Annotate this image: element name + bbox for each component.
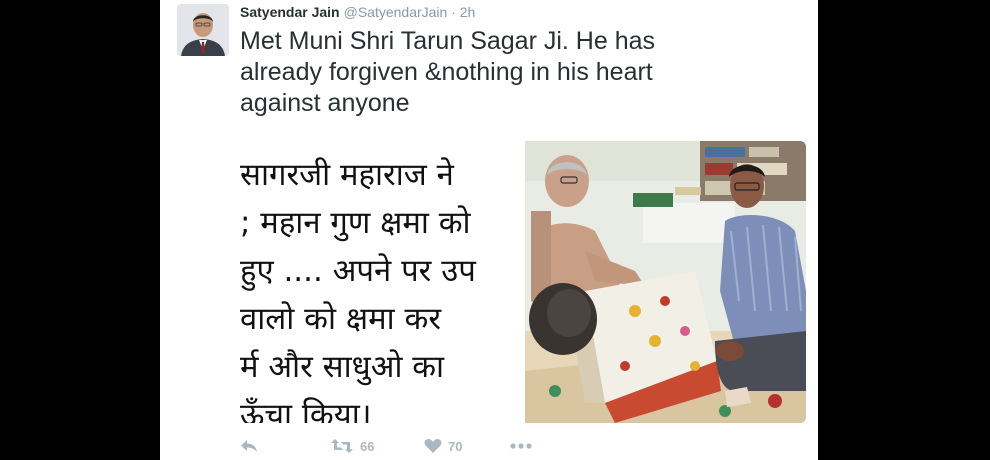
author-handle[interactable]: @SatyendarJain	[344, 4, 448, 20]
hindi-text-line: र्म और साधुओ का	[240, 349, 445, 385]
tweet-card: Satyendar Jain @SatyendarJain · 2h Met Mu…	[160, 0, 818, 460]
hindi-text-line: सागरजी महाराज ने	[240, 157, 454, 193]
tweet-text: Met Muni Shri Tarun Sagar Ji. He has alr…	[240, 26, 800, 119]
hindi-text-line: हुए .... अपने पर उप	[240, 253, 476, 289]
like-count: 70	[448, 438, 463, 454]
hindi-text-line: ; महान गुण क्षमा को	[240, 205, 471, 241]
author-name[interactable]: Satyendar Jain	[240, 4, 340, 20]
hindi-text-line: वालो को क्षमा कर	[240, 301, 441, 337]
hindi-quote-image: सागरजी महाराज ने ; महान गुण क्षमा को हुए…	[240, 151, 530, 423]
more-icon	[510, 442, 532, 450]
retweet-icon	[330, 438, 354, 454]
tweet-text-line: Met Muni Shri Tarun Sagar Ji. He has	[240, 27, 656, 55]
retweet-count: 66	[360, 438, 375, 454]
tweet-header: Satyendar Jain @SatyendarJain · 2h	[240, 3, 475, 21]
more-button[interactable]	[510, 434, 532, 458]
reply-button[interactable]	[240, 434, 258, 458]
tweet-media[interactable]: सागरजी महाराज ने ; महान गुण क्षमा को हुए…	[240, 141, 806, 423]
heart-icon	[424, 438, 442, 454]
retweet-button[interactable]: 66	[330, 434, 374, 458]
tweet-timestamp[interactable]: · 2h	[447, 4, 475, 20]
meeting-photo[interactable]	[525, 141, 806, 423]
like-button[interactable]: 70	[424, 434, 462, 458]
reply-icon	[240, 438, 258, 454]
tweet-text-line: already forgiven &nothing in his heart	[240, 58, 653, 86]
hindi-text-line: ऊँचा किया।	[240, 397, 372, 423]
avatar[interactable]	[177, 4, 229, 56]
tweet-text-line: against anyone	[240, 89, 410, 117]
